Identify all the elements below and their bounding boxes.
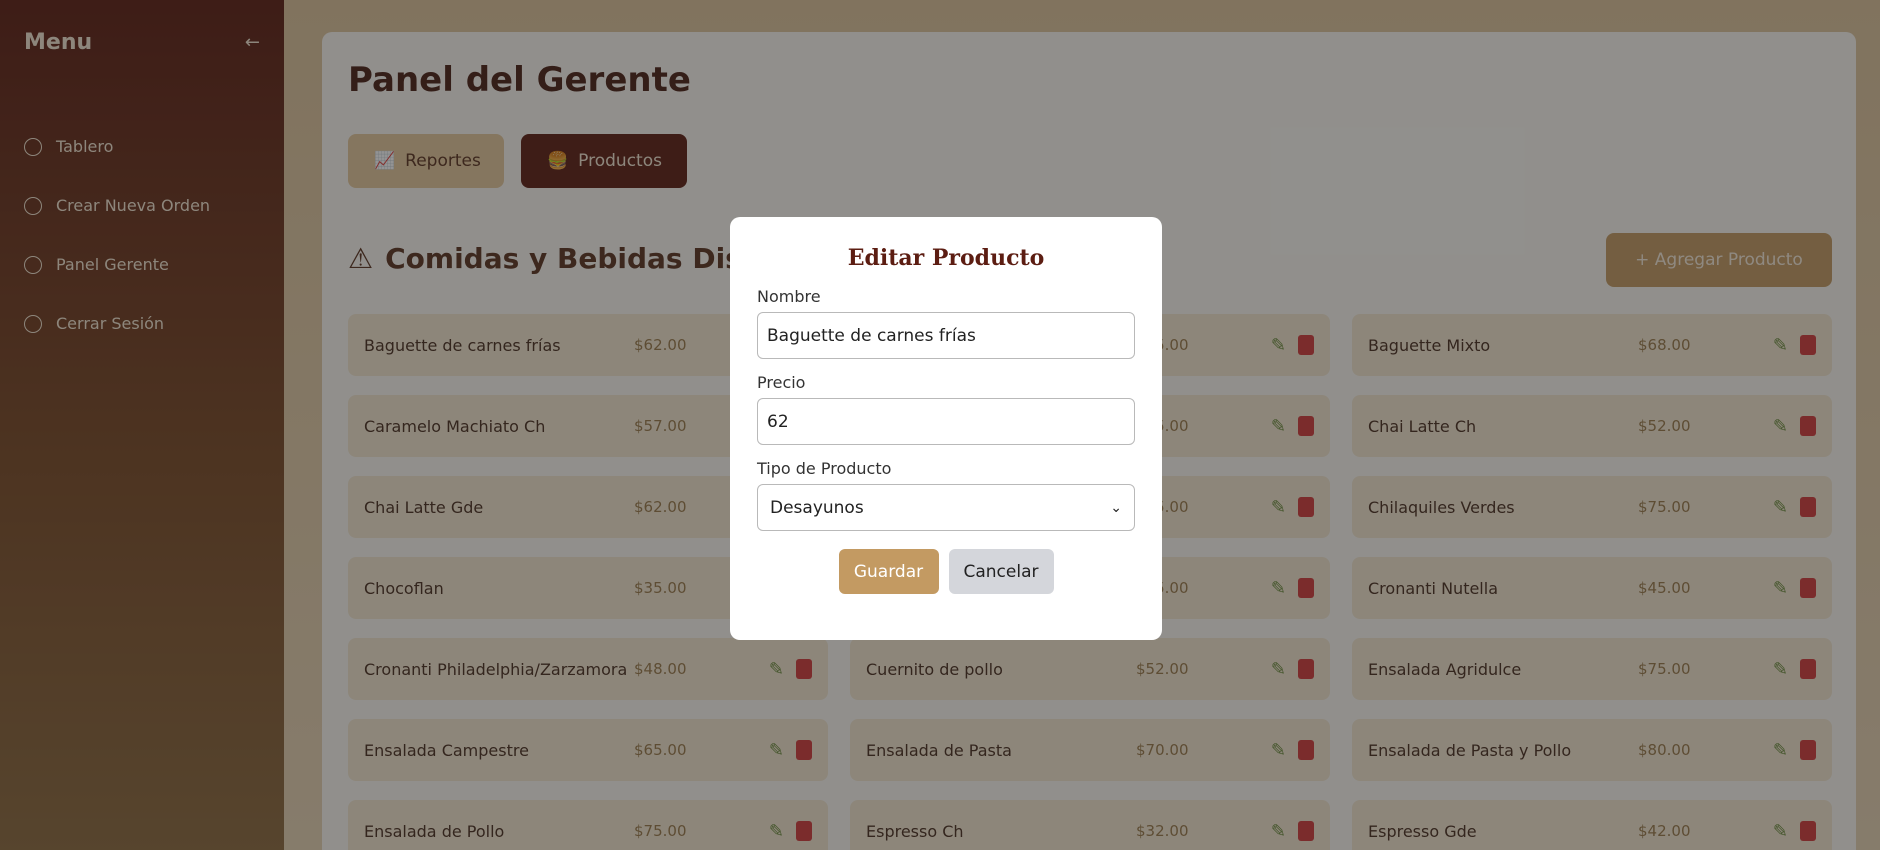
price-label: Precio <box>757 373 806 392</box>
product-type-value: Desayunos <box>770 497 864 518</box>
modal-actions: Guardar Cancelar <box>757 549 1135 594</box>
cancel-button[interactable]: Cancelar <box>948 549 1054 594</box>
name-field-wrapper <box>757 312 1135 359</box>
name-field[interactable] <box>767 325 1125 346</box>
chevron-down-icon: ⌄ <box>1110 499 1122 516</box>
type-label: Tipo de Producto <box>757 459 892 478</box>
product-type-select[interactable]: Desayunos ⌄ <box>757 484 1135 531</box>
modal-title: Editar Producto <box>847 245 1045 271</box>
name-label: Nombre <box>757 287 821 306</box>
edit-product-modal: Editar Producto Nombre Precio Tipo de Pr… <box>730 217 1162 640</box>
price-field[interactable] <box>767 411 1125 432</box>
price-field-wrapper <box>757 398 1135 445</box>
save-button[interactable]: Guardar <box>838 549 939 594</box>
